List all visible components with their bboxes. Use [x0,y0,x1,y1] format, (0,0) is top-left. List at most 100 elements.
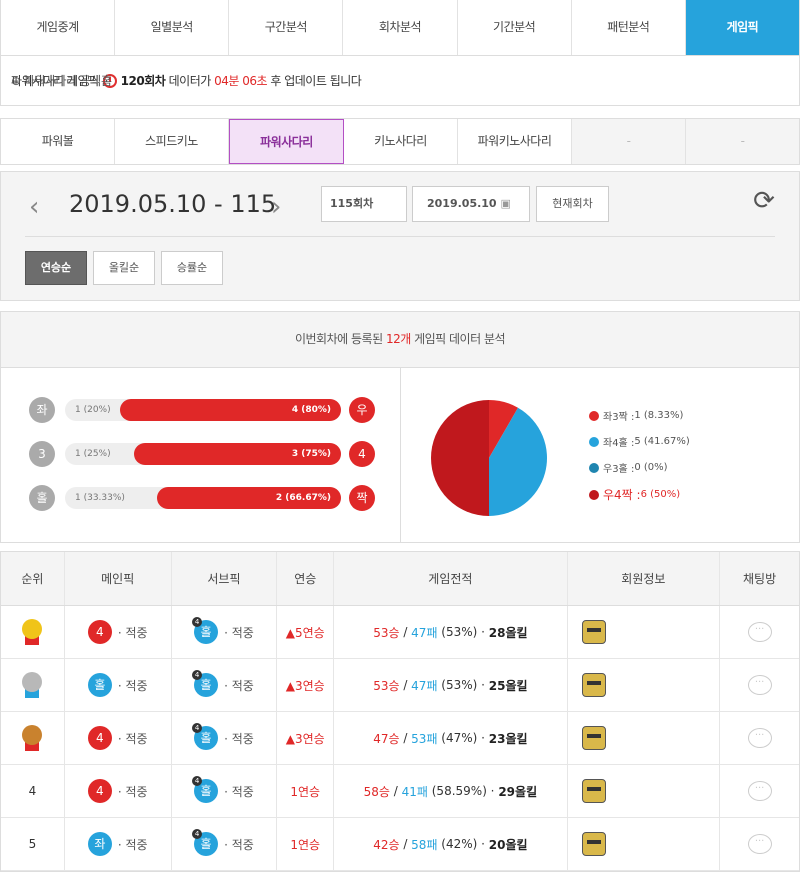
legend-name: 우4짝 : [603,488,641,502]
calendar-icon: ▣ [500,197,511,210]
legend-value: 0 (0%) [634,462,668,473]
tab-live[interactable]: 게임중계 [1,0,116,55]
sub-pick-badge: 홀4 [192,723,219,750]
sub-pick-badge: 홀4 [192,617,219,644]
subtab-powerkenoladder[interactable]: 파워키노사다리 [458,119,572,164]
tab-gamepick[interactable]: 게임픽 [685,0,799,55]
rank-number: 5 [28,837,37,851]
col-rank: 순위 [1,552,65,605]
official-link[interactable]: ⊕ 파워사다리 공식홈 [11,72,112,89]
member-cell [568,659,721,711]
col-streak: 연승 [277,552,335,605]
legend-dot [589,489,599,500]
wins: 53승 [373,678,400,693]
top-nav: 게임중계 일별분석 구간분석 회차분석 기간분석 패턴분석 게임픽 [0,0,800,56]
main-pick-badge: 좌 [87,832,112,856]
subtab-empty: - [572,119,686,164]
hit-label: · 적중 [224,784,254,799]
sep: / [399,625,412,639]
sep: / [389,784,402,798]
table-row: 4 · 적중 홀 4 · 적중 ▲5연승 53승 / 47패 (53%) · 28올킬 ··· [1,606,799,659]
streak-cell: ▲3연승 [277,712,335,764]
sort-streak-button[interactable]: 연승순 [25,251,87,285]
hit-label: · 적중 [224,625,254,640]
sort-allkill-button[interactable]: 올킬순 [93,251,155,285]
analysis-panel: 이번회차에 등록된 12개 게임픽 데이터 분석 좌 1 (20%) 4 (80%)… [0,311,800,543]
table-row: 4 · 적중 홀 4 · 적중 ▲3연승 47승 / 53패 (47%) · 23올킬 ··· [1,712,799,765]
tab-period[interactable]: 기간분석 [458,0,572,55]
avatar[interactable] [581,779,606,803]
chat-bubble-icon[interactable]: ··· [747,622,772,642]
chat-bubble-icon[interactable]: ··· [747,781,772,801]
chat-cell: ··· [720,712,799,764]
table-header: 순위 메인픽 서브픽 연승 게임전적 회원정보 채팅방 [1,552,799,606]
info-tail: 후 업데이트 됩니다 [270,74,362,88]
main-pick-cell: 좌 · 적중 [65,818,172,870]
record-cell: 53승 / 47패 (53%) · 28올킬 [334,606,568,658]
avatar[interactable] [581,726,606,750]
pct: (53%) · [437,678,489,692]
sub-pick-badge: 홀4 [192,829,219,856]
sub-pick-cell: 홀 4 · 적중 [172,659,278,711]
analysis-header: 이번회차에 등록된 12개 게임픽 데이터 분석 [1,312,799,368]
tab-round[interactable]: 회차분석 [343,0,458,55]
legend-item: 좌4홀 : 5 (41.67%) [589,434,690,449]
info-mid: 데이터가 [168,74,212,88]
refresh-icon[interactable]: ⟳ [749,186,779,216]
losses: 47패 [411,625,438,640]
analysis-count: 12개 [385,332,411,346]
subtab-powerladder[interactable]: 파워사다리 [229,119,344,164]
avatar[interactable] [581,832,606,856]
medal-circle [22,619,43,639]
avatar[interactable] [581,673,606,697]
rank-cell [1,659,65,711]
left-count: 1 (25%) [75,449,111,459]
globe-icon: ⊕ [11,73,24,88]
prev-arrow-icon[interactable]: ‹ [29,192,39,222]
subtab-powerball[interactable]: 파워볼 [1,119,115,164]
left-label: 좌 [29,397,55,423]
chat-bubble-icon[interactable]: ··· [747,675,772,695]
legend-item: 우4짝 : 6 (50%) [589,486,680,503]
ratio-row: 좌 1 (20%) 4 (80%) 우 [29,397,375,423]
legend-dot [589,436,599,447]
game-subnav: 파워볼 스피드키노 파워사다리 키노사다리 파워키노사다리 - - [0,118,800,165]
wins: 47승 [373,731,400,746]
streak-cell: 1연승 [277,818,335,870]
sort-winrate-button[interactable]: 승률순 [161,251,223,285]
sub-pick-cell: 홀 4 · 적중 [172,818,278,870]
chat-bubble-icon[interactable]: ··· [747,728,772,748]
date-input-value: 2019.05.10 [427,197,497,210]
medal-icon [22,619,43,645]
main-pick-badge: 4 [87,779,112,803]
sub-pick-cell: 홀 4 · 적중 [172,606,278,658]
avatar[interactable] [581,620,606,644]
analysis-post: 게임픽 데이터 분석 [414,332,506,346]
current-round-button[interactable]: 현재회차 [536,186,609,222]
legend-name: 좌3짝 : [603,412,635,423]
losses: 47패 [411,678,438,693]
tab-pattern[interactable]: 패턴분석 [572,0,686,55]
legend-item: 우3홀 : 0 (0%) [589,460,668,475]
info-round: 120회차 [120,74,166,88]
record-cell: 58승 / 41패 (58.59%) · 29올킬 [334,765,568,817]
hit-label: · 적중 [224,731,254,746]
sub-pick-badge: 홀4 [192,670,219,697]
hit-label: · 적중 [117,625,148,640]
divider [25,236,775,237]
tab-section[interactable]: 구간분석 [229,0,344,55]
sub-pick-badge: 홀4 [192,776,219,803]
rank-cell: 4 [1,765,65,817]
round-input[interactable]: 115회차 [321,186,407,222]
date-input[interactable]: 2019.05.10 ▣ [412,186,530,222]
subtab-speedkeno[interactable]: 스피드키노 [115,119,229,164]
next-arrow-icon[interactable]: › [271,192,281,222]
tab-daily[interactable]: 일별분석 [115,0,230,55]
chat-cell: ··· [720,818,799,870]
chat-bubble-icon[interactable]: ··· [747,834,772,854]
medal-circle [22,725,43,745]
subtab-kenoladder[interactable]: 키노사다리 [344,119,458,164]
sep: / [399,678,412,692]
table-row: 5 좌 · 적중 홀 4 · 적중 1연승 42승 / 58패 (42%) · 20올킬 ··· [1,818,799,871]
medal-icon [22,725,43,751]
